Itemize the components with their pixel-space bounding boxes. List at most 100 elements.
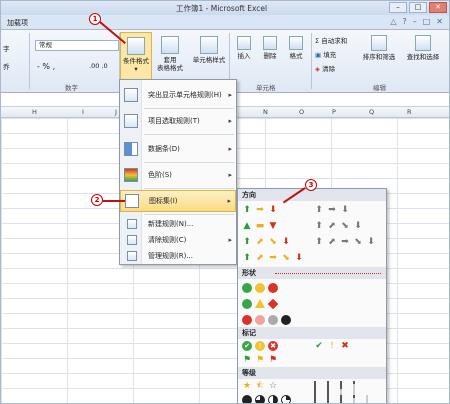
icon-set-3-arrows-gray[interactable]: ⬆ ➡ ⬇: [314, 205, 350, 215]
menu-item-top-bottom-rules[interactable]: 项目选取规则(T) ▸: [120, 110, 236, 132]
clear-rules-icon: [127, 234, 137, 245]
arrow-up-right-icon: ⬈: [256, 253, 264, 263]
arrow-down-right-icon: ⬊: [341, 221, 349, 231]
fill-button[interactable]: ▣ 填充: [315, 49, 336, 59]
chevron-right-icon: ▸: [228, 235, 232, 244]
icon-set-4-ratings[interactable]: [314, 381, 363, 403]
table-format-label-1: 套用: [163, 56, 177, 64]
close-button[interactable]: ✕: [429, 2, 447, 13]
icon-sets-icon: [125, 194, 139, 208]
sort-filter-icon: [371, 35, 387, 51]
separator: [311, 33, 312, 89]
collapse-ribbon-icon[interactable]: △: [390, 17, 396, 26]
autosum-button[interactable]: Σ 自动求和: [315, 35, 347, 45]
star-empty-icon: ☆: [268, 381, 278, 391]
arrow-up-icon: ⬆: [315, 205, 323, 215]
menu-item-manage-rules[interactable]: 管理规则(R)...: [120, 248, 236, 263]
icon-set-3-symbols[interactable]: ✔! ✖: [314, 341, 350, 351]
icon-set-3-traffic-lights[interactable]: [242, 283, 278, 293]
group-number-label: 数字: [65, 84, 78, 92]
insert-icon: [237, 36, 251, 50]
column-header[interactable]: J: [115, 108, 117, 116]
chevron-right-icon: ▸: [228, 117, 232, 125]
icon-set-4-arrows-gray[interactable]: ⬆ ⬈ ⬊ ⬇: [314, 221, 363, 231]
icon-set-5-arrows-colored[interactable]: ⬆ ⬈ ➡ ⬊ ⬇: [242, 253, 304, 263]
signal-bars-icon: [327, 381, 337, 403]
doc-minimize-icon[interactable]: –: [413, 17, 417, 26]
find-select-label: 查找和选择: [406, 53, 440, 61]
cell-style-button[interactable]: 单元格样式: [191, 36, 227, 64]
table-format-label-2: 表格格式: [157, 64, 183, 72]
percent-comma-buttons[interactable]: - % ,: [37, 62, 55, 71]
signal-bars-icon: [314, 381, 324, 403]
column-header[interactable]: O: [299, 108, 304, 116]
green-flag-icon: ⚑: [242, 355, 252, 365]
menu-item-label: 新建规则(N)...: [148, 219, 194, 228]
arrow-up-icon: ⬆: [243, 205, 251, 215]
icon-set-5-arrows-gray[interactable]: ⬆ ⬈ ➡ ⬊ ⬇: [314, 237, 376, 247]
insert-button[interactable]: 插入: [233, 36, 255, 60]
icon-set-4-red-to-black[interactable]: [242, 315, 291, 325]
arrow-down-icon: ⬇: [295, 253, 303, 263]
icon-set-3-symbols-circled[interactable]: ✔! ✖: [242, 341, 278, 351]
doc-restore-icon[interactable]: □: [423, 17, 431, 26]
column-header[interactable]: I: [82, 108, 84, 116]
menu-item-clear-rules[interactable]: 清除规则(C) ▸: [120, 232, 236, 247]
binoculars-icon: [415, 35, 431, 51]
align-group-tail: 乔: [3, 63, 10, 71]
icon-set-3-signs[interactable]: [242, 298, 279, 310]
icon-set-5-quarters[interactable]: [242, 395, 291, 403]
full-circle-icon: [242, 395, 252, 403]
column-header[interactable]: P: [332, 108, 336, 116]
arrow-down-right-icon: ⬊: [354, 237, 362, 247]
title-bar: 工作簿1 - Microsoft Excel – □ ✕: [1, 1, 449, 15]
icon-set-3-arrows-colored[interactable]: ⬆ ➡ ⬇: [242, 205, 278, 215]
icon-set-3-triangles[interactable]: ▲ ▬ ▼: [242, 221, 278, 231]
delete-icon: [263, 36, 277, 50]
clear-button[interactable]: ◈ 清除: [315, 63, 335, 73]
decimal-buttons[interactable]: .00 .0: [89, 62, 108, 70]
separator: [29, 33, 30, 89]
table-format-button[interactable]: 套用 表格格式: [155, 36, 185, 72]
column-header[interactable]: R: [407, 108, 412, 116]
icon-sets-submenu: 方向 ⬆ ➡ ⬇ ⬆ ➡ ⬇ ▲ ▬ ▼ ⬆ ⬈ ⬊ ⬇ ⬆ ⬈ ⬊ ⬇ ⬆ ⬈ ➡ ⬊ ⬇ ⬆ ⬈ ➡ ⬊ ⬇ 形状: [237, 188, 387, 403]
triangle-down-icon: ▼: [269, 221, 277, 231]
find-select-button[interactable]: 查找和选择: [401, 35, 445, 61]
x-icon: ✖: [341, 341, 349, 351]
menu-item-icon-sets[interactable]: 图标集(I) ▸: [120, 190, 236, 212]
yellow-triangle-icon: [255, 299, 265, 308]
signal-bars-icon: [327, 395, 337, 403]
column-header[interactable]: Q: [369, 108, 374, 116]
signal-bars-icon: [340, 381, 350, 403]
conditional-format-button[interactable]: 条件格式 ▾: [120, 32, 152, 80]
column-header[interactable]: H: [32, 108, 37, 116]
sort-filter-label: 排序和筛选: [362, 53, 396, 61]
icon-set-3-flags[interactable]: ⚑ ⚑ ⚑: [242, 355, 278, 365]
sort-filter-button[interactable]: 排序和筛选: [359, 35, 399, 61]
tab-addins[interactable]: 加载项: [7, 18, 28, 28]
gray-circle-icon: [268, 315, 278, 325]
doc-close-icon[interactable]: ✕: [436, 17, 443, 26]
minimize-button[interactable]: –: [389, 2, 407, 13]
help-icon[interactable]: ?: [402, 17, 406, 26]
menu-item-data-bars[interactable]: 数据条(D) ▸: [120, 138, 236, 160]
arrow-right-icon: ➡: [269, 253, 277, 263]
arrow-up-right-icon: ⬈: [328, 237, 336, 247]
check-circle-icon: ✔: [242, 341, 252, 351]
menu-separator: [144, 188, 234, 189]
format-button[interactable]: 格式: [285, 36, 307, 60]
icon-set-4-arrows-colored[interactable]: ⬆ ⬈ ⬊ ⬇: [242, 237, 291, 247]
icon-set-5-ratings[interactable]: [314, 395, 376, 403]
number-format-select[interactable]: 常规: [35, 40, 119, 51]
icon-set-3-stars[interactable]: ★ ⯪ ☆: [242, 381, 278, 391]
star-half-icon: ⯪: [255, 381, 265, 391]
dotted-guide-line: [275, 273, 381, 274]
maximize-button[interactable]: □: [409, 2, 427, 13]
menu-item-new-rule[interactable]: 新建规则(N)...: [120, 216, 236, 231]
menu-item-highlight-rules[interactable]: 突出显示单元格规则(H) ▸: [120, 84, 236, 106]
column-header[interactable]: N: [263, 108, 268, 116]
arrow-up-right-icon: ⬈: [256, 237, 264, 247]
yellow-flag-icon: ⚑: [255, 355, 265, 365]
menu-item-color-scales[interactable]: 色阶(S) ▸: [120, 164, 236, 186]
delete-button[interactable]: 删除: [259, 36, 281, 60]
